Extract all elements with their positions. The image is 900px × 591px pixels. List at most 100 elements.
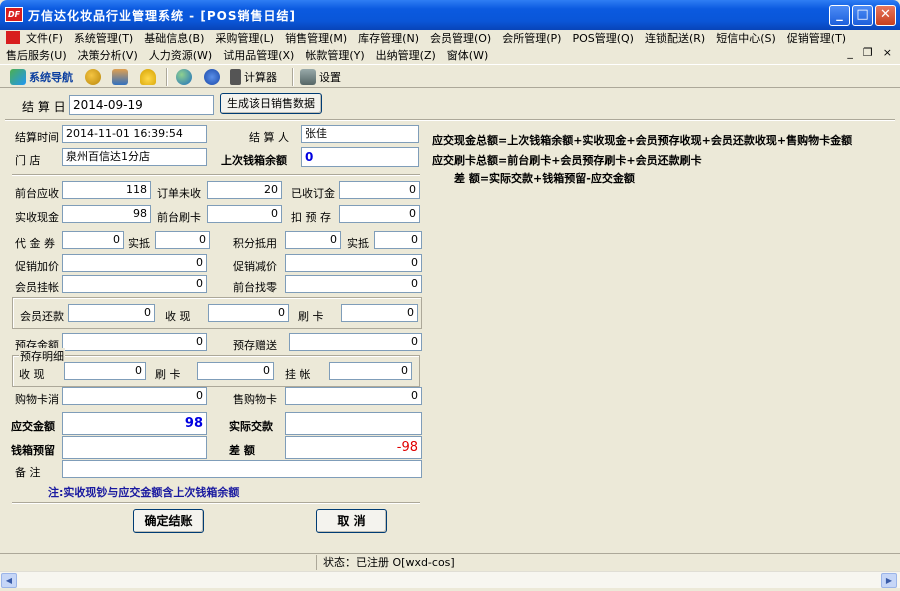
title-bar: DF 万信达化妆品行业管理系统 - [POS销售日结] _ □ ✕ bbox=[0, 0, 900, 30]
confirm-settle-button[interactable]: 确定结账 bbox=[133, 509, 204, 533]
doc-logo-icon bbox=[6, 31, 20, 44]
detail-credit-field[interactable]: 0 bbox=[329, 362, 412, 380]
toolbar-separator bbox=[292, 68, 294, 86]
last-cash-field: 0 bbox=[301, 147, 419, 167]
promo-discount-label: 促销减价 bbox=[233, 260, 277, 273]
remark-label: 备 注 bbox=[15, 466, 41, 479]
menu-file[interactable]: 文件(F) bbox=[26, 30, 63, 46]
generate-sales-data-button[interactable]: 生成该日销售数据 bbox=[220, 93, 322, 114]
voucher-field[interactable]: 0 bbox=[62, 231, 124, 249]
store-label: 门 店 bbox=[15, 154, 41, 167]
mdi-controls: _ ❐ × bbox=[847, 46, 892, 59]
remark-field[interactable] bbox=[62, 460, 422, 478]
nav-label: 系统导航 bbox=[29, 71, 73, 84]
actual-offset2-field[interactable]: 0 bbox=[374, 231, 422, 249]
detail-cash-label: 收 现 bbox=[19, 368, 45, 381]
due-field: 98 bbox=[62, 412, 207, 435]
detail-cash-field[interactable]: 0 bbox=[64, 362, 146, 380]
actual-offset-label: 实抵 bbox=[128, 237, 150, 250]
actual-offset2-label: 实抵 bbox=[347, 237, 369, 250]
points-offset-field[interactable]: 0 bbox=[285, 231, 341, 249]
member-credit-field: 0 bbox=[62, 275, 207, 293]
menu-row-2: 售后服务(U) 决策分析(V) 人力资源(W) 试用品管理(X) 帐款管理(Y)… bbox=[6, 47, 499, 63]
settle-date-label: 结 算 日 bbox=[22, 100, 66, 114]
mdi-restore-button[interactable]: ❐ bbox=[863, 46, 873, 59]
unpaid-orders-label: 订单未收 bbox=[157, 187, 201, 200]
promo-discount-field: 0 bbox=[285, 254, 422, 272]
bell-button[interactable] bbox=[140, 68, 156, 86]
card-sold-field: 0 bbox=[285, 387, 422, 405]
toolbar-separator bbox=[166, 68, 168, 86]
repay-cash-field[interactable]: 0 bbox=[208, 304, 289, 322]
bell-icon bbox=[140, 69, 156, 85]
detail-card-label: 刷 卡 bbox=[155, 368, 181, 381]
settle-date-field[interactable]: 2014-09-19 bbox=[69, 95, 214, 115]
formula-cash-total: 应交现金总额=上次钱箱余额+实收现金+会员预存收现+会员还款收现+售购物卡金额 bbox=[432, 134, 853, 147]
menu-after-sales[interactable]: 售后服务(U) bbox=[6, 47, 67, 63]
diff-label: 差 额 bbox=[229, 444, 255, 457]
cash-received-field: 98 bbox=[62, 205, 151, 223]
settings-button[interactable]: 设置 bbox=[300, 68, 341, 86]
horizontal-scrollbar[interactable]: ◀ ▶ bbox=[0, 571, 900, 588]
actual-paid-field[interactable] bbox=[285, 412, 422, 435]
due-label: 应交金额 bbox=[11, 420, 55, 433]
menu-sample[interactable]: 试用品管理(X) bbox=[223, 47, 294, 63]
menu-system[interactable]: 系统管理(T) bbox=[74, 30, 133, 46]
menu-inventory[interactable]: 库存管理(N) bbox=[358, 30, 419, 46]
scroll-left-icon[interactable]: ◀ bbox=[1, 573, 17, 588]
settler-field[interactable]: 张佳 bbox=[301, 125, 419, 143]
toolbar: 系统导航 计算器 设置 bbox=[0, 64, 900, 88]
menu-member[interactable]: 会员管理(O) bbox=[430, 30, 491, 46]
menu-club[interactable]: 会所管理(P) bbox=[502, 30, 561, 46]
actual-paid-label: 实际交款 bbox=[229, 420, 273, 433]
menu-chain[interactable]: 连锁配送(R) bbox=[645, 30, 705, 46]
mdi-close-button[interactable]: × bbox=[883, 46, 892, 59]
cancel-button[interactable]: 取 消 bbox=[316, 509, 387, 533]
repay-card-field[interactable]: 0 bbox=[341, 304, 418, 322]
calculator-button[interactable]: 计算器 bbox=[230, 68, 277, 86]
detail-card-field[interactable]: 0 bbox=[197, 362, 274, 380]
globe-button[interactable] bbox=[176, 68, 192, 86]
prepaid-gift-field: 0 bbox=[289, 333, 422, 351]
menu-sms[interactable]: 短信中心(S) bbox=[716, 30, 776, 46]
actual-offset-field[interactable]: 0 bbox=[155, 231, 210, 249]
info-icon bbox=[204, 69, 220, 85]
menu-purchase[interactable]: 采购管理(L) bbox=[215, 30, 274, 46]
menu-promo[interactable]: 促销管理(T) bbox=[787, 30, 846, 46]
calculator-icon bbox=[230, 69, 241, 85]
menu-pos[interactable]: POS管理(Q) bbox=[572, 30, 634, 46]
store-field[interactable]: 泉州百信达1分店 bbox=[62, 148, 207, 166]
settings-label: 设置 bbox=[319, 71, 341, 84]
mdi-minimize-button[interactable]: _ bbox=[847, 46, 853, 59]
users-button[interactable] bbox=[112, 68, 128, 86]
menu-window[interactable]: 窗体(W) bbox=[447, 47, 488, 63]
menu-cashier[interactable]: 出纳管理(Z) bbox=[376, 47, 436, 63]
front-change-label: 前台找零 bbox=[233, 281, 277, 294]
status-bar: 状态：已注册 O[wxd-cos] bbox=[0, 553, 900, 570]
menu-hr[interactable]: 人力资源(W) bbox=[149, 47, 212, 63]
formula-difference: 差 额=实际交款+钱箱预留-应交金额 bbox=[454, 172, 635, 185]
menu-accounts[interactable]: 帐款管理(Y) bbox=[305, 47, 364, 63]
key-button[interactable] bbox=[85, 68, 101, 86]
divider bbox=[12, 174, 420, 176]
cash-reserve-field[interactable] bbox=[62, 436, 207, 459]
info-button[interactable] bbox=[204, 68, 220, 86]
maximize-button[interactable]: □ bbox=[852, 5, 873, 26]
menu-basic-info[interactable]: 基础信息(B) bbox=[144, 30, 204, 46]
member-repay-label: 会员还款 bbox=[20, 310, 64, 323]
prepaid-detail-label: 预存明细 bbox=[19, 348, 65, 364]
menu-sales[interactable]: 销售管理(M) bbox=[285, 30, 347, 46]
close-button[interactable]: ✕ bbox=[875, 5, 896, 26]
nav-button[interactable]: 系统导航 bbox=[10, 68, 73, 86]
key-icon bbox=[85, 69, 101, 85]
card-consume-label: 购物卡消 bbox=[15, 393, 59, 406]
scroll-right-icon[interactable]: ▶ bbox=[881, 573, 897, 588]
settle-time-field[interactable]: 2014-11-01 16:39:54 bbox=[62, 125, 207, 143]
menu-decision[interactable]: 决策分析(V) bbox=[78, 47, 138, 63]
minimize-button[interactable]: _ bbox=[829, 5, 850, 26]
status-text: 状态：已注册 O[wxd-cos] bbox=[316, 555, 900, 570]
settings-icon bbox=[300, 69, 316, 85]
formula-card-total: 应交刷卡总额=前台刷卡+会员预存刷卡+会员还款刷卡 bbox=[432, 154, 702, 167]
detail-credit-label: 挂 帐 bbox=[285, 368, 311, 381]
front-card-label: 前台刷卡 bbox=[157, 211, 201, 224]
